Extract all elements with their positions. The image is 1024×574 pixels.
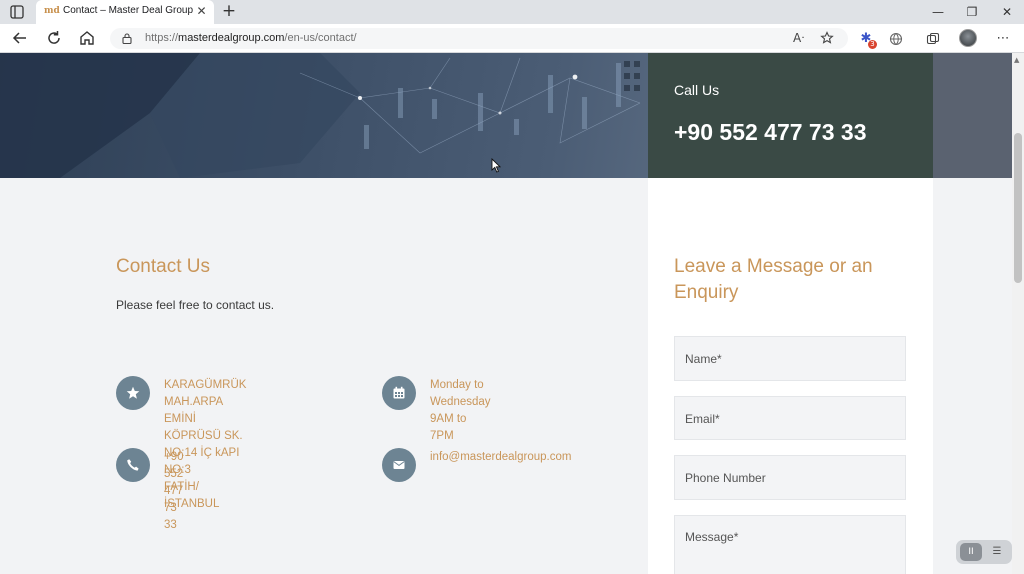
minimize-button[interactable]: — [929,3,947,21]
contact-subtitle: Please feel free to contact us. [116,298,275,312]
phone-icon-circle [116,448,150,482]
browser-toolbar: https://masterdealgroup.com/en-us/contac… [0,24,1024,53]
pause-button[interactable]: II [960,543,982,561]
hours-text: Monday to Wednesday 9AM to 7PM [430,379,491,442]
close-window-button[interactable]: ✕ [998,3,1016,21]
call-us-number[interactable]: +90 552 477 73 33 [674,119,867,146]
home-icon[interactable] [78,29,96,47]
mouse-cursor-icon [491,158,501,173]
refresh-icon[interactable] [45,29,63,47]
phone-icon [127,459,139,471]
tab-title: Contact – Master Deal Group [63,5,194,16]
window-menu-icon[interactable] [10,5,24,19]
scroll-up-icon[interactable]: ▲ [1014,56,1019,64]
calendar-icon [393,386,405,399]
name-placeholder: Name* [685,352,722,366]
enquiry-form: Leave a Message or an Enquiry Name* Emai… [648,178,933,574]
hero-right-strip [932,53,1012,178]
form-title: Leave a Message or an Enquiry [674,256,873,303]
message-placeholder: Message* [685,530,739,544]
maximize-button[interactable]: ❐ [963,3,981,21]
envelope-icon [393,461,405,469]
extension-badge: 3 [868,40,877,49]
name-field[interactable]: Name* [674,336,906,381]
email-field[interactable]: Email* [674,396,906,440]
call-us-panel: Call Us +90 552 477 73 33 [648,53,933,178]
tab-contact[interactable]: md Contact – Master Deal Group ✕ [36,0,214,24]
message-field[interactable]: Message* [674,515,906,574]
floating-media-widget: II ☰ [956,540,1012,564]
star-icon [126,386,140,399]
phone-text[interactable]: +90 552 477 73 33 [164,449,184,534]
collections-icon[interactable] [926,32,940,46]
tab-close-icon[interactable]: ✕ [194,4,209,19]
new-tab-button[interactable]: + [220,2,238,20]
profile-avatar[interactable] [959,29,977,47]
address-bar[interactable]: https://masterdealgroup.com/en-us/contac… [110,28,848,49]
email-text[interactable]: info@masterdealgroup.com [430,449,571,466]
tab-bar: md Contact – Master Deal Group ✕ + — ❐ ✕ [0,0,1024,24]
phone-field[interactable]: Phone Number [674,455,906,500]
contact-section: Contact Us Please feel free to contact u… [0,178,648,574]
read-aloud-icon[interactable]: Aᐧ [793,31,804,45]
widget-menu-button[interactable]: ☰ [987,543,1007,561]
email-placeholder: Email* [685,412,720,426]
hours-icon-circle [382,376,416,410]
url-host: masterdealgroup.com [178,32,285,44]
url-scheme: https:// [145,32,179,44]
right-margin [933,178,1012,574]
lock-icon[interactable] [122,33,132,44]
favicon-icon: md [44,6,60,16]
call-us-label: Call Us [674,82,720,98]
page-scrollbar[interactable]: ▲ [1012,53,1024,574]
contact-title: Contact Us [116,256,210,277]
hero-banner: Call Us +90 552 477 73 33 [0,53,1012,178]
favorite-icon[interactable] [820,31,834,45]
back-icon[interactable] [11,29,29,47]
page-viewport: Call Us +90 552 477 73 33 Contact Us Ple… [0,53,1012,574]
globe-icon[interactable] [889,32,903,46]
address-icon-circle [116,376,150,410]
more-icon[interactable]: ⋯ [994,30,1012,48]
email-icon-circle [382,448,416,482]
url-text[interactable]: https://masterdealgroup.com/en-us/contac… [145,32,357,44]
url-path: /en-us/contact/ [284,32,357,44]
phone-placeholder: Phone Number [685,471,766,485]
extension-icon[interactable]: ✱ 3 [857,30,877,49]
scroll-thumb[interactable] [1014,133,1022,283]
